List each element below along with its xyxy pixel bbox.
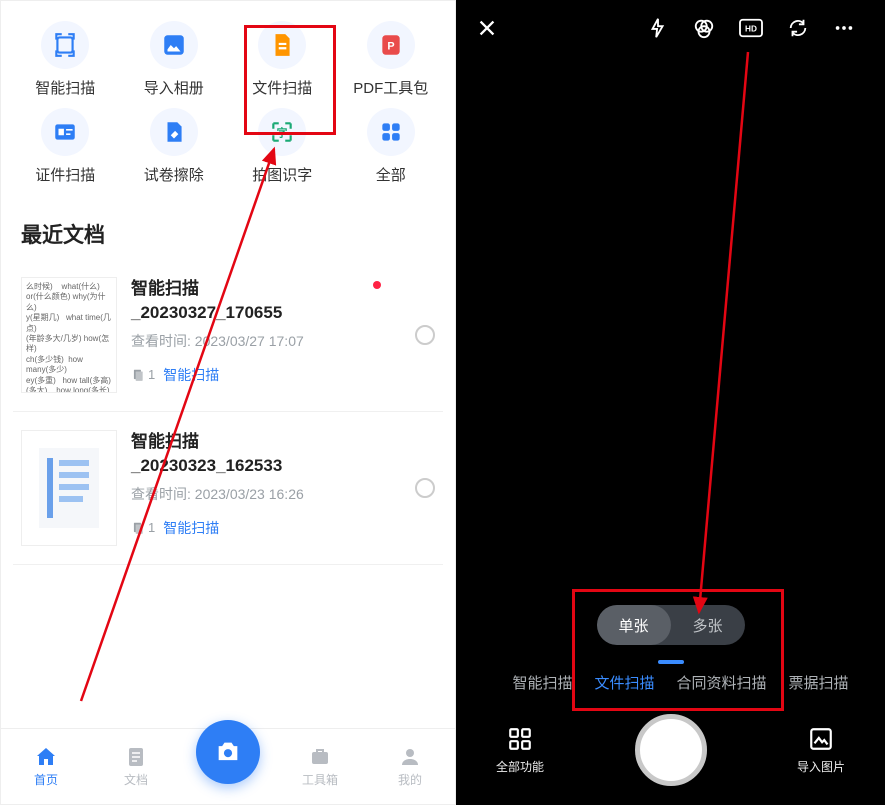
more-icon[interactable]	[833, 17, 855, 39]
document-info: 智能扫描_20230323_162533 查看时间: 2023/03/23 16…	[131, 430, 401, 538]
mode-smart-scan[interactable]: 智能扫描	[512, 672, 572, 693]
unread-dot	[373, 281, 381, 289]
document-time: 查看时间: 2023/03/23 16:26	[131, 484, 401, 504]
select-checkbox[interactable]	[415, 478, 435, 498]
import-image-button[interactable]: 导入图片	[797, 726, 845, 775]
all-functions-button[interactable]: 全部功能	[496, 726, 544, 775]
func-id-scan[interactable]: 证件扫描	[11, 108, 120, 185]
nav-mine[interactable]: 我的	[380, 745, 440, 788]
mode-indicator	[658, 660, 684, 664]
flash-icon[interactable]	[647, 17, 669, 39]
erase-icon	[150, 108, 198, 156]
document-tag: 智能扫描	[163, 518, 219, 538]
document-thumbnail: 么时候) what(什么) or(什么颜色) why(为什么) y(星期几) w…	[21, 277, 117, 393]
mode-file-scan[interactable]: 文件扫描	[594, 672, 654, 693]
count-single[interactable]: 单张	[596, 605, 670, 645]
pdf-icon: P	[367, 21, 415, 69]
ocr-icon: 字	[258, 108, 306, 156]
camera-screen: HD 单张 多张 智能扫描 文件扫描 合同资料扫描 票据扫描 全部功能 导入图片	[456, 0, 885, 805]
svg-text:字: 字	[277, 125, 288, 139]
document-thumbnail	[21, 430, 117, 546]
func-label: 试卷擦除	[144, 164, 204, 185]
func-label: 拍图识字	[252, 164, 312, 185]
file-icon	[258, 21, 306, 69]
mode-contract-scan[interactable]: 合同资料扫描	[677, 672, 767, 693]
func-file-scan[interactable]: 文件扫描	[228, 21, 337, 98]
nav-tools[interactable]: 工具箱	[290, 745, 350, 788]
grid-icon	[367, 108, 415, 156]
document-title: 智能扫描_20230327_170655	[131, 277, 401, 325]
func-label: 智能扫描	[35, 77, 95, 98]
func-label: 证件扫描	[35, 164, 95, 185]
document-title: 智能扫描_20230323_162533	[131, 430, 401, 478]
document-item[interactable]: 么时候) what(什么) or(什么颜色) why(为什么) y(星期几) w…	[13, 259, 443, 412]
app-home-screen: 智能扫描 导入相册 文件扫描 P PDF工具包 证件扫描	[0, 0, 456, 805]
func-label: 全部	[376, 164, 406, 185]
camera-bottom-bar: 全部功能 导入图片	[456, 705, 885, 805]
camera-top-bar: HD	[456, 0, 885, 56]
section-title: 最近文档	[1, 195, 455, 259]
func-all[interactable]: 全部	[337, 108, 446, 185]
document-list: 么时候) what(什么) or(什么颜色) why(为什么) y(星期几) w…	[1, 259, 455, 565]
scan-mode-row: 智能扫描 文件扫描 合同资料扫描 票据扫描	[456, 672, 885, 693]
func-smart-scan[interactable]: 智能扫描	[11, 21, 120, 98]
close-icon[interactable]	[476, 17, 498, 39]
document-time: 查看时间: 2023/03/27 17:07	[131, 331, 401, 351]
bottom-navigation: 首页 文档 工具箱 我的	[1, 728, 455, 804]
nav-docs[interactable]: 文档	[106, 745, 166, 788]
func-pdf-tools[interactable]: P PDF工具包	[337, 21, 446, 98]
select-checkbox[interactable]	[415, 325, 435, 345]
filter-icon[interactable]	[693, 17, 715, 39]
svg-text:P: P	[387, 40, 394, 52]
function-grid: 智能扫描 导入相册 文件扫描 P PDF工具包 证件扫描	[1, 1, 455, 195]
camera-fab[interactable]	[196, 720, 260, 784]
count-mode-pill: 单张 多张	[596, 605, 744, 645]
document-tag: 智能扫描	[163, 365, 219, 385]
func-label: PDF工具包	[353, 77, 428, 98]
nav-home[interactable]: 首页	[16, 745, 76, 788]
count-multi[interactable]: 多张	[671, 605, 745, 645]
refresh-icon[interactable]	[787, 17, 809, 39]
document-item[interactable]: 智能扫描_20230323_162533 查看时间: 2023/03/23 16…	[13, 412, 443, 565]
func-ocr[interactable]: 字 拍图识字	[228, 108, 337, 185]
shutter-button[interactable]	[635, 714, 707, 786]
card-icon	[41, 108, 89, 156]
mode-receipt-scan[interactable]: 票据扫描	[789, 672, 849, 693]
page-count: 1	[131, 520, 155, 535]
scan-icon	[41, 21, 89, 69]
func-paper-erase[interactable]: 试卷擦除	[120, 108, 229, 185]
svg-text:HD: HD	[745, 25, 757, 34]
hd-icon[interactable]: HD	[739, 17, 763, 39]
image-icon	[150, 21, 198, 69]
func-import-album[interactable]: 导入相册	[120, 21, 229, 98]
func-label: 文件扫描	[252, 77, 312, 98]
document-info: 智能扫描_20230327_170655 查看时间: 2023/03/27 17…	[131, 277, 401, 385]
func-label: 导入相册	[144, 77, 204, 98]
page-count: 1	[131, 367, 155, 382]
